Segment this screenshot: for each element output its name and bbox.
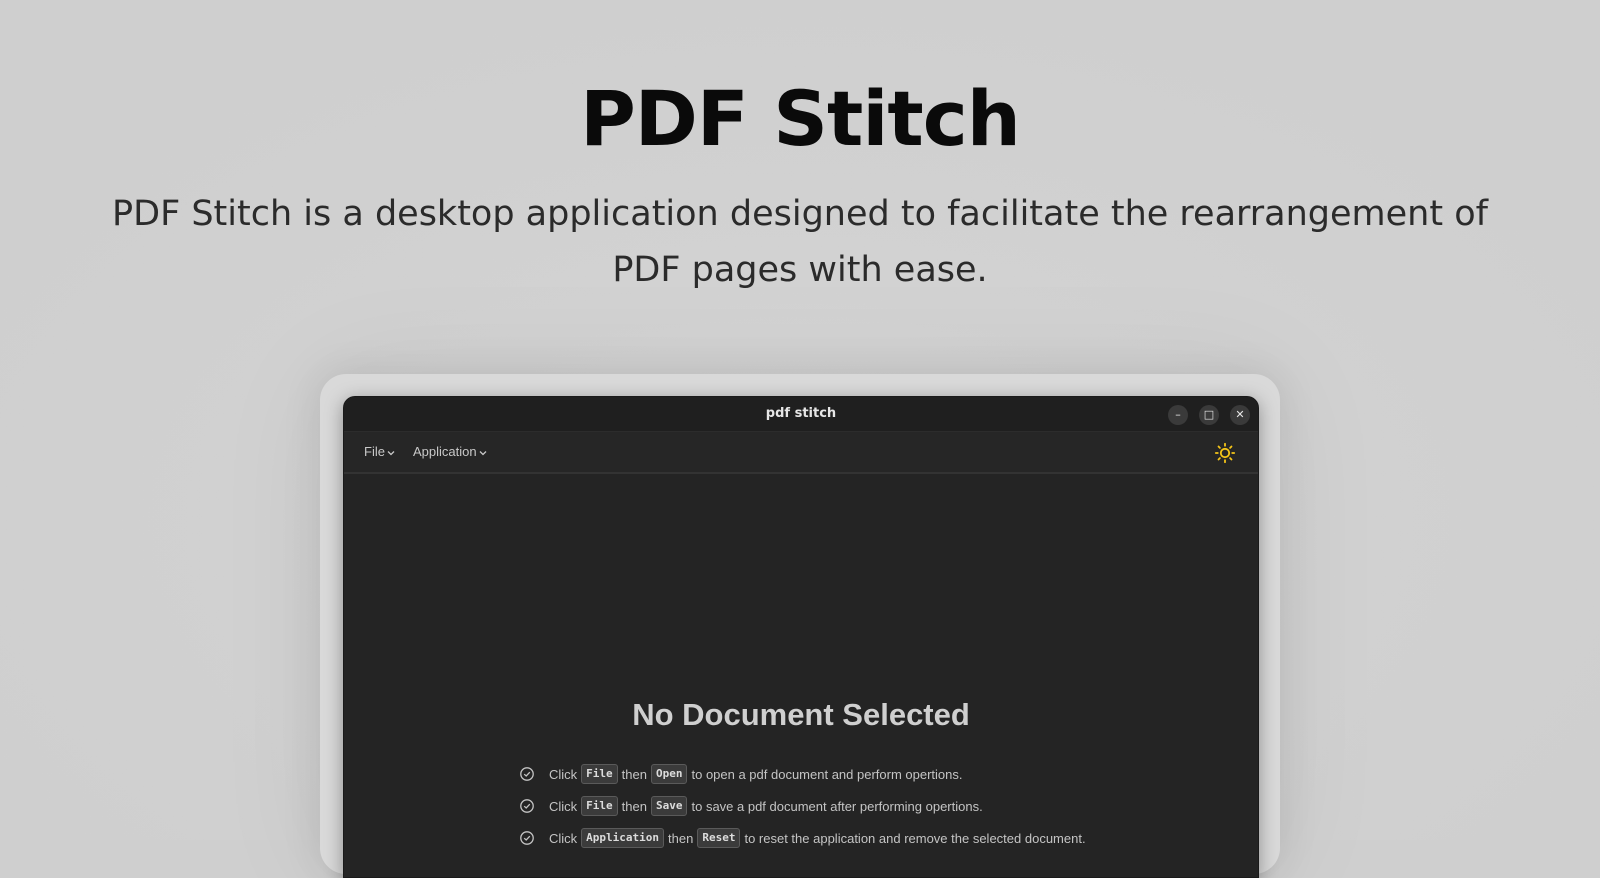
key-badge: Application <box>581 828 665 848</box>
instruction-text: to open a pdf document and perform opert… <box>691 766 963 782</box>
instruction-text: Click <box>549 830 578 846</box>
key-badge: Save <box>650 796 688 816</box>
page-subtitle: PDF Stitch is a desktop application desi… <box>112 194 1488 290</box>
app-window: pdf stitch – □ ✕ File Application No Doc… <box>343 396 1259 878</box>
close-button[interactable]: ✕ <box>1230 405 1250 425</box>
document-area: No Document Selected Click File then Ope… <box>344 474 1258 877</box>
empty-state-title: No Document Selected <box>632 697 970 732</box>
instruction-text: then <box>668 830 694 846</box>
list-item: Click Application then Reset to reset th… <box>519 822 1086 854</box>
menubar: File Application <box>344 432 1258 474</box>
instruction-text: then <box>621 798 647 814</box>
application-menu[interactable]: Application <box>413 443 488 461</box>
window-titlebar[interactable]: pdf stitch – □ ✕ <box>344 397 1258 432</box>
list-item: Click File then Save to save a pdf docum… <box>519 790 1086 822</box>
instruction-text: then <box>621 766 647 782</box>
key-badge: File <box>581 764 618 784</box>
instruction-text: Click <box>549 798 578 814</box>
list-item: Click File then Open to open a pdf docum… <box>519 758 1086 790</box>
instruction-text: to save a pdf document after performing … <box>691 798 983 814</box>
file-menu[interactable]: File <box>364 443 396 461</box>
check-circle-icon <box>520 799 534 813</box>
window-title: pdf stitch <box>765 406 837 421</box>
instruction-text: Click <box>549 766 578 782</box>
page-title: PDF Stitch <box>580 74 1021 163</box>
maximize-button[interactable]: □ <box>1199 405 1219 425</box>
key-badge: Reset <box>697 828 741 848</box>
chevron-down-icon <box>479 450 487 455</box>
check-circle-icon <box>520 767 534 781</box>
application-menu-label: Application <box>413 444 477 459</box>
check-circle-icon <box>520 831 534 845</box>
file-menu-label: File <box>364 444 385 459</box>
sun-icon[interactable] <box>1214 442 1236 464</box>
minimize-button[interactable]: – <box>1168 405 1188 425</box>
instruction-text: to reset the application and remove the … <box>744 830 1086 846</box>
key-badge: File <box>581 796 618 816</box>
chevron-down-icon <box>387 450 395 455</box>
key-badge: Open <box>650 764 688 784</box>
